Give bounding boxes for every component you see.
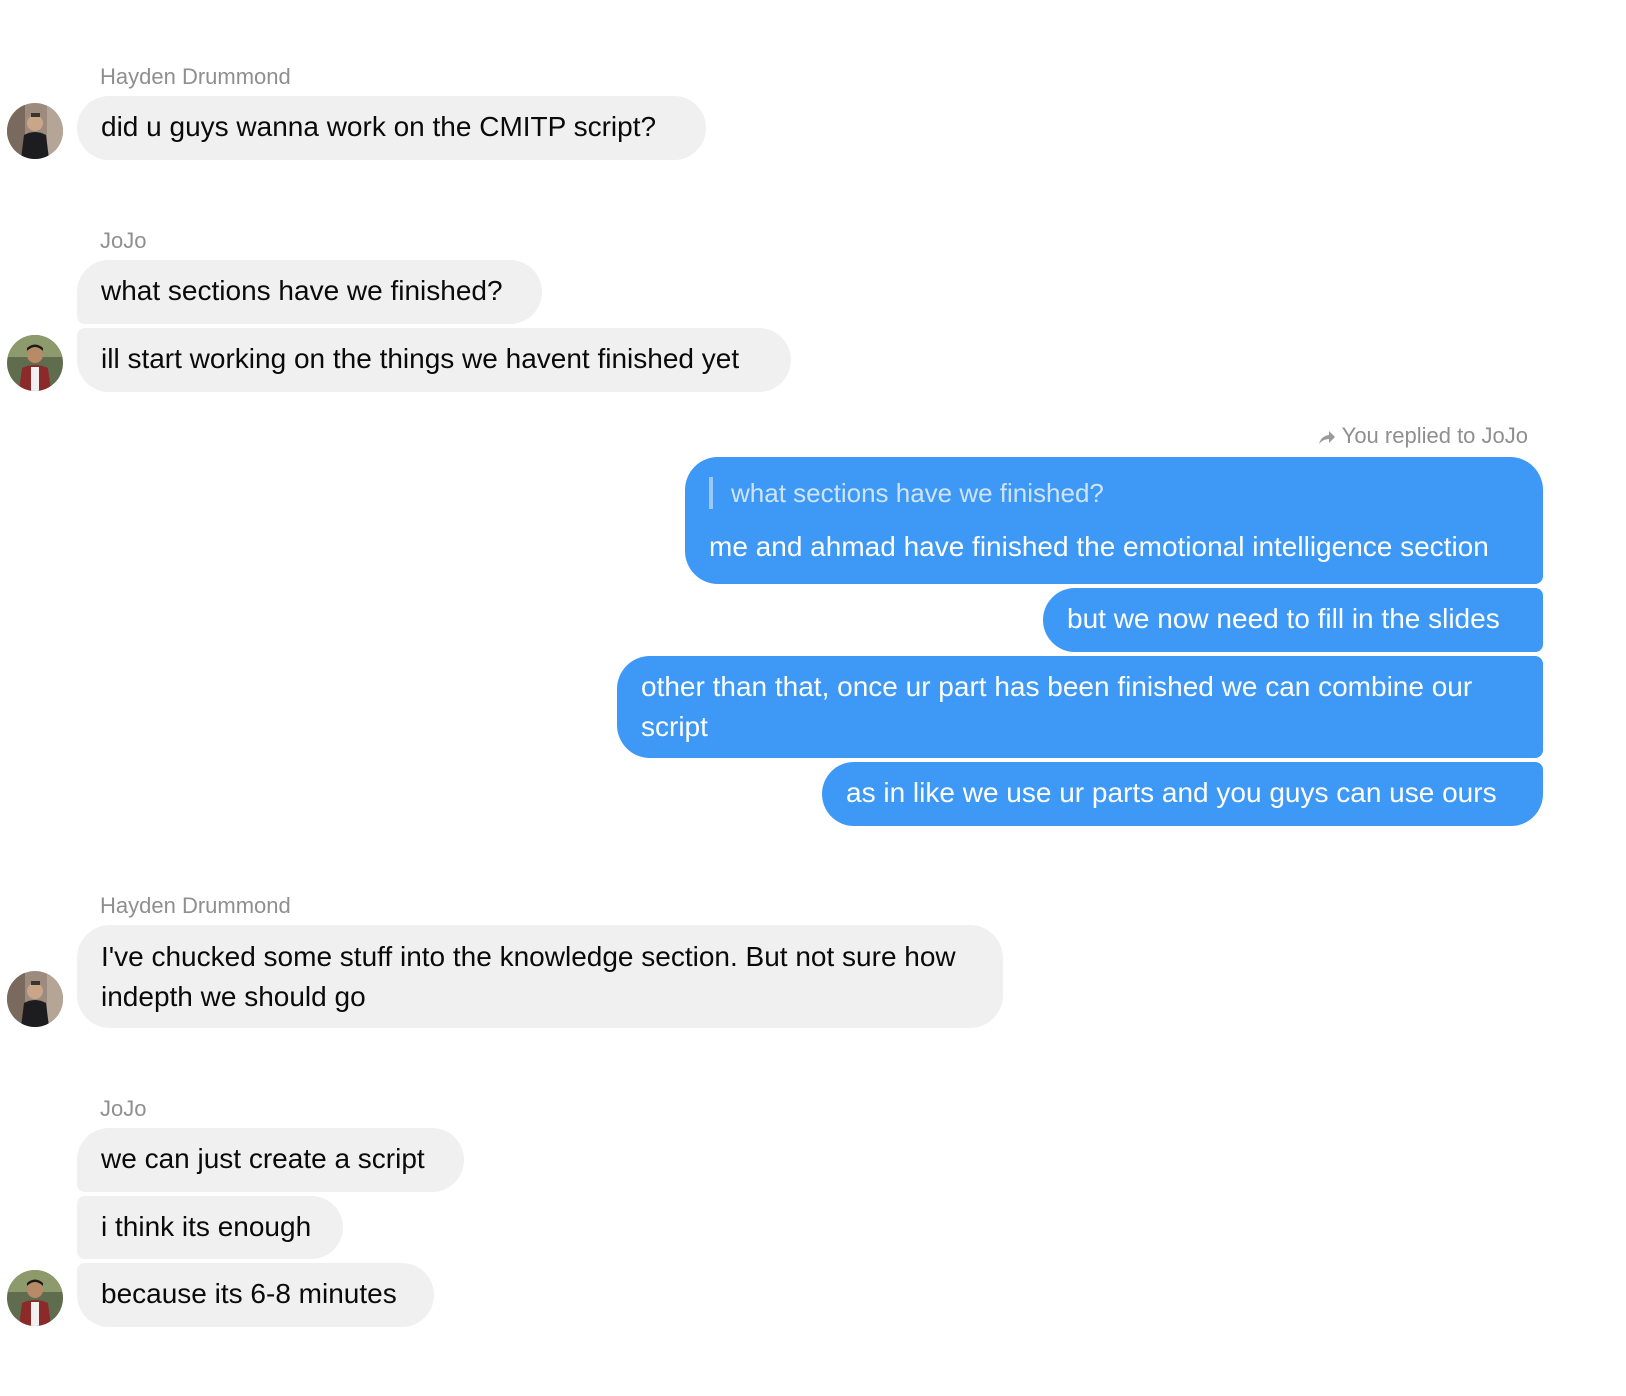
avatar-jojo[interactable] xyxy=(7,1270,63,1326)
message-text: me and ahmad have finished the emotional… xyxy=(709,531,1489,562)
message-bubble[interactable]: ill start working on the things we haven… xyxy=(77,328,791,392)
message-bubble[interactable]: we can just create a script xyxy=(77,1128,464,1192)
message-bubble[interactable]: but we now need to fill in the slides xyxy=(1043,588,1543,652)
message-bubble-with-quote[interactable]: what sections have we finished? me and a… xyxy=(685,457,1543,584)
message-bubble[interactable]: because its 6-8 minutes xyxy=(77,1263,434,1327)
reply-label-text: You replied to JoJo xyxy=(1341,423,1528,448)
avatar-hayden[interactable] xyxy=(7,971,63,1027)
message-bubble[interactable]: I've chucked some stuff into the knowled… xyxy=(77,925,1003,1028)
sender-name: Hayden Drummond xyxy=(100,64,291,89)
message-bubble[interactable]: what sections have we finished? xyxy=(77,260,542,324)
sender-name: JoJo xyxy=(100,228,147,253)
reply-arrow-icon xyxy=(1318,425,1336,451)
quoted-message: what sections have we finished? xyxy=(709,477,1519,509)
message-bubble[interactable]: did u guys wanna work on the CMITP scrip… xyxy=(77,96,706,160)
avatar-jojo[interactable] xyxy=(7,335,63,391)
reply-indicator: You replied to JoJo xyxy=(1318,423,1528,451)
message-bubble[interactable]: other than that, once ur part has been f… xyxy=(617,656,1543,758)
message-bubble[interactable]: i think its enough xyxy=(77,1196,343,1259)
sender-name: Hayden Drummond xyxy=(100,893,291,918)
message-bubble[interactable]: as in like we use ur parts and you guys … xyxy=(822,762,1543,826)
avatar-hayden[interactable] xyxy=(7,103,63,159)
sender-name: JoJo xyxy=(100,1096,147,1121)
